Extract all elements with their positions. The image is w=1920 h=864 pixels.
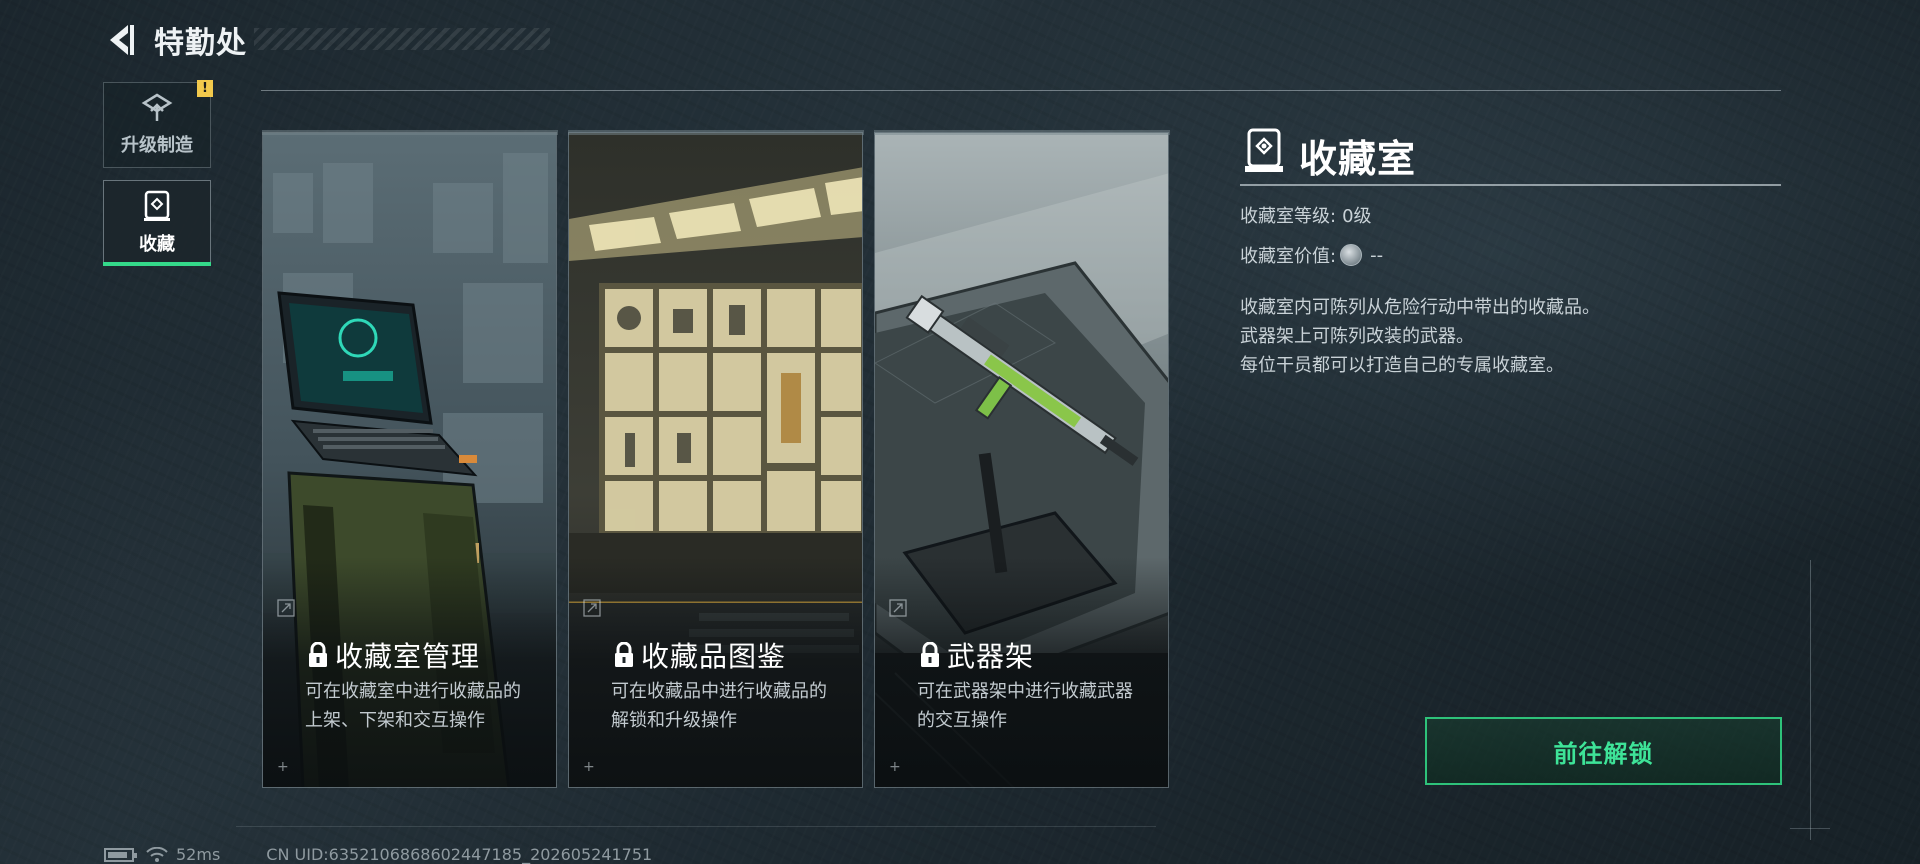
wifi-icon [146, 846, 168, 862]
card-description: 可在收藏品中进行收藏品的 解锁和升级操作 [611, 677, 851, 735]
go-unlock-button[interactable]: 前往解锁 [1425, 717, 1782, 785]
card-collectibles-catalog[interactable]: 收藏品图鉴 可在收藏品中进行收藏品的 解锁和升级操作 + [568, 132, 863, 788]
card-weapon-rack[interactable]: 武器架 可在武器架中进行收藏武器 的交互操作 + [874, 132, 1169, 788]
lock-icon [615, 642, 633, 667]
top-divider [261, 90, 1781, 91]
sidebar-item-upgrade[interactable]: ! 升级制造 [103, 80, 213, 168]
collection-icon [144, 190, 170, 221]
header-stripes [254, 28, 550, 50]
value-row: 收藏室价值: -- [1240, 242, 1383, 268]
value-label: 收藏室价值: [1240, 246, 1337, 267]
coin-icon [1340, 244, 1363, 266]
card-description-line: 的交互操作 [917, 710, 1007, 731]
expand-icon [889, 599, 907, 617]
level-value: 0级 [1342, 206, 1372, 227]
info-divider [1240, 184, 1781, 186]
card-description: 可在收藏室中进行收藏品的 上架、下架和交互操作 [305, 677, 545, 735]
frame-line [1810, 560, 1811, 840]
back-button[interactable] [104, 20, 138, 60]
info-description: 收藏室内可陈列从危险行动中带出的收藏品。 武器架上可陈列改装的武器。 每位干员都… [1240, 293, 1600, 380]
user-uid: CN UID:6352106868602447185_202605241751 [266, 845, 653, 864]
sidebar-item-collection[interactable]: 收藏 [103, 180, 211, 266]
card-title: 收藏室管理 [335, 640, 481, 673]
notification-badge: ! [197, 80, 213, 97]
expand-icon [277, 599, 295, 617]
level-label: 收藏室等级: [1240, 206, 1337, 227]
corner-plus-mark: + [277, 759, 289, 775]
collection-room-icon [1245, 128, 1283, 172]
sidebar-item-label: 升级制造 [121, 135, 193, 156]
card-title: 武器架 [947, 640, 1035, 673]
info-title: 收藏室 [1299, 137, 1417, 181]
card-title-row: 武器架 [919, 635, 1034, 675]
info-description-line: 收藏室内可陈列从危险行动中带出的收藏品。 [1240, 297, 1600, 318]
corner-plus-mark: + [889, 759, 901, 775]
card-collection-room-management[interactable]: 收藏室管理 可在收藏室中进行收藏品的 上架、下架和交互操作 + [262, 132, 557, 788]
level-row: 收藏室等级: 0级 [1240, 202, 1372, 228]
info-description-line: 武器架上可陈列改装的武器。 [1240, 326, 1474, 347]
value-amount: -- [1370, 244, 1384, 266]
card-title-row: 收藏品图鉴 [613, 635, 786, 675]
sidebar-item-label: 收藏 [139, 234, 175, 255]
info-description-line: 每位干员都可以打造自己的专属收藏室。 [1240, 355, 1564, 376]
page-title: 特勤处 [154, 26, 247, 61]
status-bar: 52ms CN UID:6352106868602447185_20260524… [104, 845, 652, 864]
ping-value: 52ms [176, 845, 221, 864]
card-description-line: 解锁和升级操作 [611, 710, 737, 731]
lock-icon [309, 642, 327, 667]
card-description-line: 可在收藏室中进行收藏品的 [305, 681, 521, 702]
card-description-line: 可在武器架中进行收藏武器 [917, 681, 1133, 702]
upgrade-icon [141, 93, 173, 121]
corner-plus-mark: + [583, 759, 595, 775]
lock-icon [921, 642, 939, 667]
card-top-tab [568, 130, 864, 135]
page-header: 特勤处 [104, 18, 550, 62]
frame-line [1790, 828, 1830, 829]
card-title-row: 收藏室管理 [307, 635, 480, 675]
card-description: 可在武器架中进行收藏武器 的交互操作 [917, 677, 1157, 735]
card-top-tab [262, 130, 558, 135]
card-top-tab [874, 130, 1170, 135]
card-title: 收藏品图鉴 [641, 640, 787, 673]
card-description-line: 上架、下架和交互操作 [305, 710, 485, 731]
battery-icon [104, 847, 137, 862]
back-arrow-icon [110, 25, 134, 55]
expand-icon [583, 599, 601, 617]
card-description-line: 可在收藏品中进行收藏品的 [611, 681, 827, 702]
frame-line [236, 826, 1156, 827]
